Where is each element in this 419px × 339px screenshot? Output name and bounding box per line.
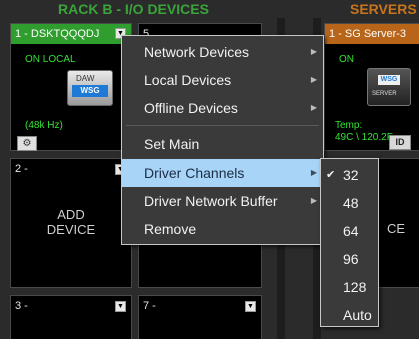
menu-item-driver-channels[interactable]: Driver Channels ▶ — [122, 159, 323, 187]
submenu-item-96[interactable]: 96 — [321, 245, 378, 273]
device-status: ON LOCAL — [25, 54, 76, 65]
menu-item-set-main[interactable]: Set Main — [122, 130, 323, 158]
menu-item-driver-network-buffer[interactable]: Driver Network Buffer ▶ — [122, 187, 323, 215]
chevron-right-icon: ▶ — [310, 103, 317, 112]
context-menu: Network Devices ▶ Local Devices ▶ Offlin… — [121, 35, 324, 245]
gear-icon[interactable]: ⚙ — [17, 136, 37, 151]
server-title: 1 - SG Server-3 — [329, 28, 407, 40]
submenu-item-48[interactable]: 48 — [321, 189, 378, 217]
menu-item-remove[interactable]: Remove — [122, 215, 323, 243]
device-slot-7[interactable]: 7 - ▼ — [138, 295, 262, 339]
server-add-label: CE — [387, 221, 406, 236]
rack-title: RACK B - I/O DEVICES — [58, 1, 209, 17]
server-header[interactable]: 1 - SG Server-3 — [325, 24, 419, 44]
menu-separator — [126, 125, 319, 126]
check-icon: ✔ — [326, 169, 336, 181]
chevron-right-icon: ▶ — [310, 168, 317, 177]
slot-number: 2 - — [15, 163, 28, 175]
chevron-right-icon: ▶ — [310, 75, 317, 84]
menu-item-local-devices[interactable]: Local Devices ▶ — [122, 66, 323, 94]
chevron-right-icon: ▶ — [310, 47, 317, 56]
device-slot-3[interactable]: 3 - ▼ — [10, 295, 132, 339]
add-device-label[interactable]: ADD DEVICE — [11, 207, 131, 237]
submenu-item-128[interactable]: 128 — [321, 273, 378, 301]
slot-number: 3 - — [15, 300, 28, 312]
chevron-right-icon: ▶ — [310, 196, 317, 205]
submenu-item-auto[interactable]: Auto — [321, 301, 378, 329]
temp-label: Temp: — [335, 120, 363, 131]
device-slot-2[interactable]: 2 - ▼ ADD DEVICE — [10, 158, 132, 288]
slot-header[interactable]: 1 - DSKTQQQDJ — [11, 24, 131, 44]
chevron-down-icon[interactable]: ▼ — [115, 301, 126, 312]
sample-rate: (48k Hz) — [25, 120, 63, 131]
server-slot-1[interactable]: 1 - SG Server-3 ON WSG SERVER Temp: 49C … — [324, 23, 419, 151]
driver-channels-submenu: ✔ 32 48 64 96 128 Auto — [320, 158, 379, 327]
temp-value: 49C \ 120.2F — [335, 132, 393, 143]
server-status: ON — [339, 54, 354, 65]
menu-item-network-devices[interactable]: Network Devices ▶ — [122, 38, 323, 66]
menu-item-offline-devices[interactable]: Offline Devices ▶ — [122, 94, 323, 122]
slot-number: 7 - — [143, 300, 156, 312]
submenu-item-32[interactable]: ✔ 32 — [321, 161, 378, 189]
slot-title: 1 - DSKTQQQDJ — [15, 28, 100, 40]
submenu-item-64[interactable]: 64 — [321, 217, 378, 245]
id-button[interactable]: ID — [389, 135, 411, 150]
daw-device-icon: DAW WSG — [67, 70, 113, 106]
device-slot-1[interactable]: 1 - DSKTQQQDJ ▼ ON LOCAL DAW WSG (48k Hz… — [10, 23, 132, 151]
servers-title: SERVERS — [350, 1, 417, 17]
server-device-icon: WSG SERVER — [367, 68, 411, 106]
chevron-down-icon[interactable]: ▼ — [245, 301, 256, 312]
